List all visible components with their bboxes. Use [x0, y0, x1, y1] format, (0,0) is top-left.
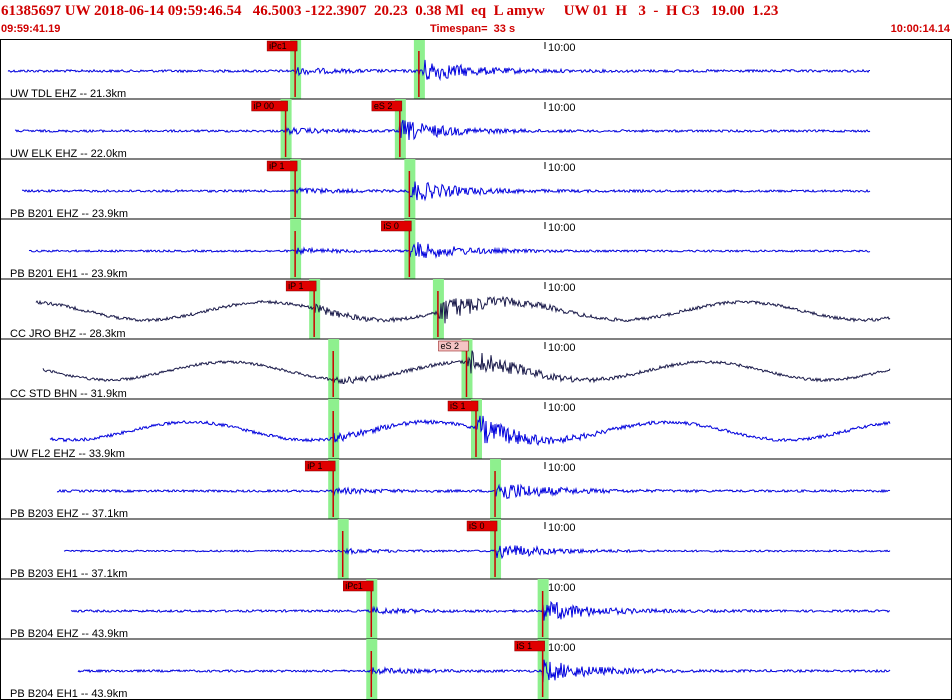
- station-label: CC JRO BHZ -- 28.3km: [10, 328, 126, 340]
- trace-panel: 10:00 iPc1 UW TDL EHZ -- 21.3km: [0, 39, 952, 100]
- pick-label: iPc1: [345, 581, 363, 591]
- time-tick-label: 10:00: [548, 522, 576, 534]
- waveform: [21, 181, 871, 202]
- pick-label: iPc1: [269, 41, 287, 51]
- pick-label: iP 00: [254, 101, 274, 111]
- station-label: PB B201 EH1 -- 23.9km: [10, 268, 127, 280]
- trace-panel: 10:00 iPc1 PB B204 EHZ -- 43.9km: [0, 579, 952, 640]
- end-time-label: 10:00:14.14: [890, 23, 950, 35]
- station-label: UW FL2 EHZ -- 33.9km: [10, 448, 125, 460]
- event-summary-line: 61385697 UW 2018-06-14 09:59:46.54 46.50…: [1, 3, 779, 19]
- waveform: [49, 415, 891, 446]
- time-tick-label: 10:00: [548, 42, 576, 54]
- waveform: [7, 59, 870, 82]
- pick-label: iS 1: [517, 641, 533, 651]
- time-tick-label: 10:00: [548, 222, 576, 234]
- pick-label: eS 2: [440, 341, 459, 351]
- waveform: [28, 242, 871, 259]
- pick-label: iS 0: [383, 221, 399, 231]
- pick-label: iS 1: [450, 401, 466, 411]
- station-label: PB B203 EH1 -- 37.1km: [10, 568, 127, 580]
- waveform: [56, 483, 891, 500]
- station-label: PB B204 EHZ -- 43.9km: [10, 628, 128, 640]
- station-label: PB B201 EHZ -- 23.9km: [10, 208, 128, 220]
- waveform: [77, 659, 891, 683]
- time-tick-label: 10:00: [548, 582, 576, 594]
- trace-panel: 10:00 iP 1 PB B203 EHZ -- 37.1km: [0, 459, 952, 520]
- seismogram-plot[interactable]: 10:00 iPc1 UW TDL EHZ -- 21.3km 10:00 iP 00 e…: [0, 39, 952, 700]
- time-tick-label: 10:00: [548, 342, 576, 354]
- time-tick-label: 10:00: [548, 402, 576, 414]
- waveform: [70, 600, 891, 621]
- trace-panel: 10:00 iP 00 eS 2 UW ELK EHZ -- 22.0km: [0, 99, 952, 160]
- trace-panel: 10:00 iS 1 UW FL2 EHZ -- 33.9km: [0, 399, 952, 460]
- station-label: PB B204 EH1 -- 43.9km: [10, 688, 127, 700]
- event-header: 61385697 UW 2018-06-14 09:59:46.54 46.50…: [0, 0, 952, 39]
- timespan-label: Timespan= 33 s: [430, 23, 516, 35]
- station-label: UW TDL EHZ -- 21.3km: [10, 88, 126, 100]
- waveform: [63, 545, 891, 560]
- pick-label: iS 0: [469, 521, 485, 531]
- station-label: PB B203 EHZ -- 37.1km: [10, 508, 128, 520]
- trace-panel: 10:00 iP 1 CC JRO BHZ -- 28.3km: [0, 279, 952, 340]
- trace-panel: 10:00 iP 1 PB B201 EHZ -- 23.9km: [0, 159, 952, 220]
- station-label: CC STD BHN -- 31.9km: [10, 388, 127, 400]
- station-label: UW ELK EHZ -- 22.0km: [10, 148, 127, 160]
- waveform: [35, 295, 891, 324]
- trace-panel: 10:00 iS 1 PB B204 EH1 -- 43.9km: [10, 639, 891, 700]
- trace-panel: 10:00 iS 0 PB B201 EH1 -- 23.9km: [0, 219, 952, 280]
- pick-label: eS 2: [374, 101, 393, 111]
- trace-panel: 10:00 iS 0 PB B203 EH1 -- 37.1km: [0, 519, 952, 580]
- time-tick-label: 10:00: [548, 162, 576, 174]
- time-tick-label: 10:00: [548, 642, 576, 654]
- time-tick-label: 10:00: [548, 462, 576, 474]
- waveform: [14, 119, 871, 141]
- trace-panel: 10:00 eS 2 CC STD BHN -- 31.9km: [0, 339, 952, 400]
- plot-border: [0, 39, 952, 700]
- pick-label: iP 1: [269, 161, 284, 171]
- pick-label: iP 1: [288, 281, 303, 291]
- time-tick-label: 10:00: [548, 282, 576, 294]
- time-bar: 09:59:41.19 Timespan= 33 s 10:00:14.14: [0, 23, 952, 37]
- pick-label: iP 1: [307, 461, 322, 471]
- time-tick-label: 10:00: [548, 102, 576, 114]
- start-time-label: 09:59:41.19: [1, 23, 61, 35]
